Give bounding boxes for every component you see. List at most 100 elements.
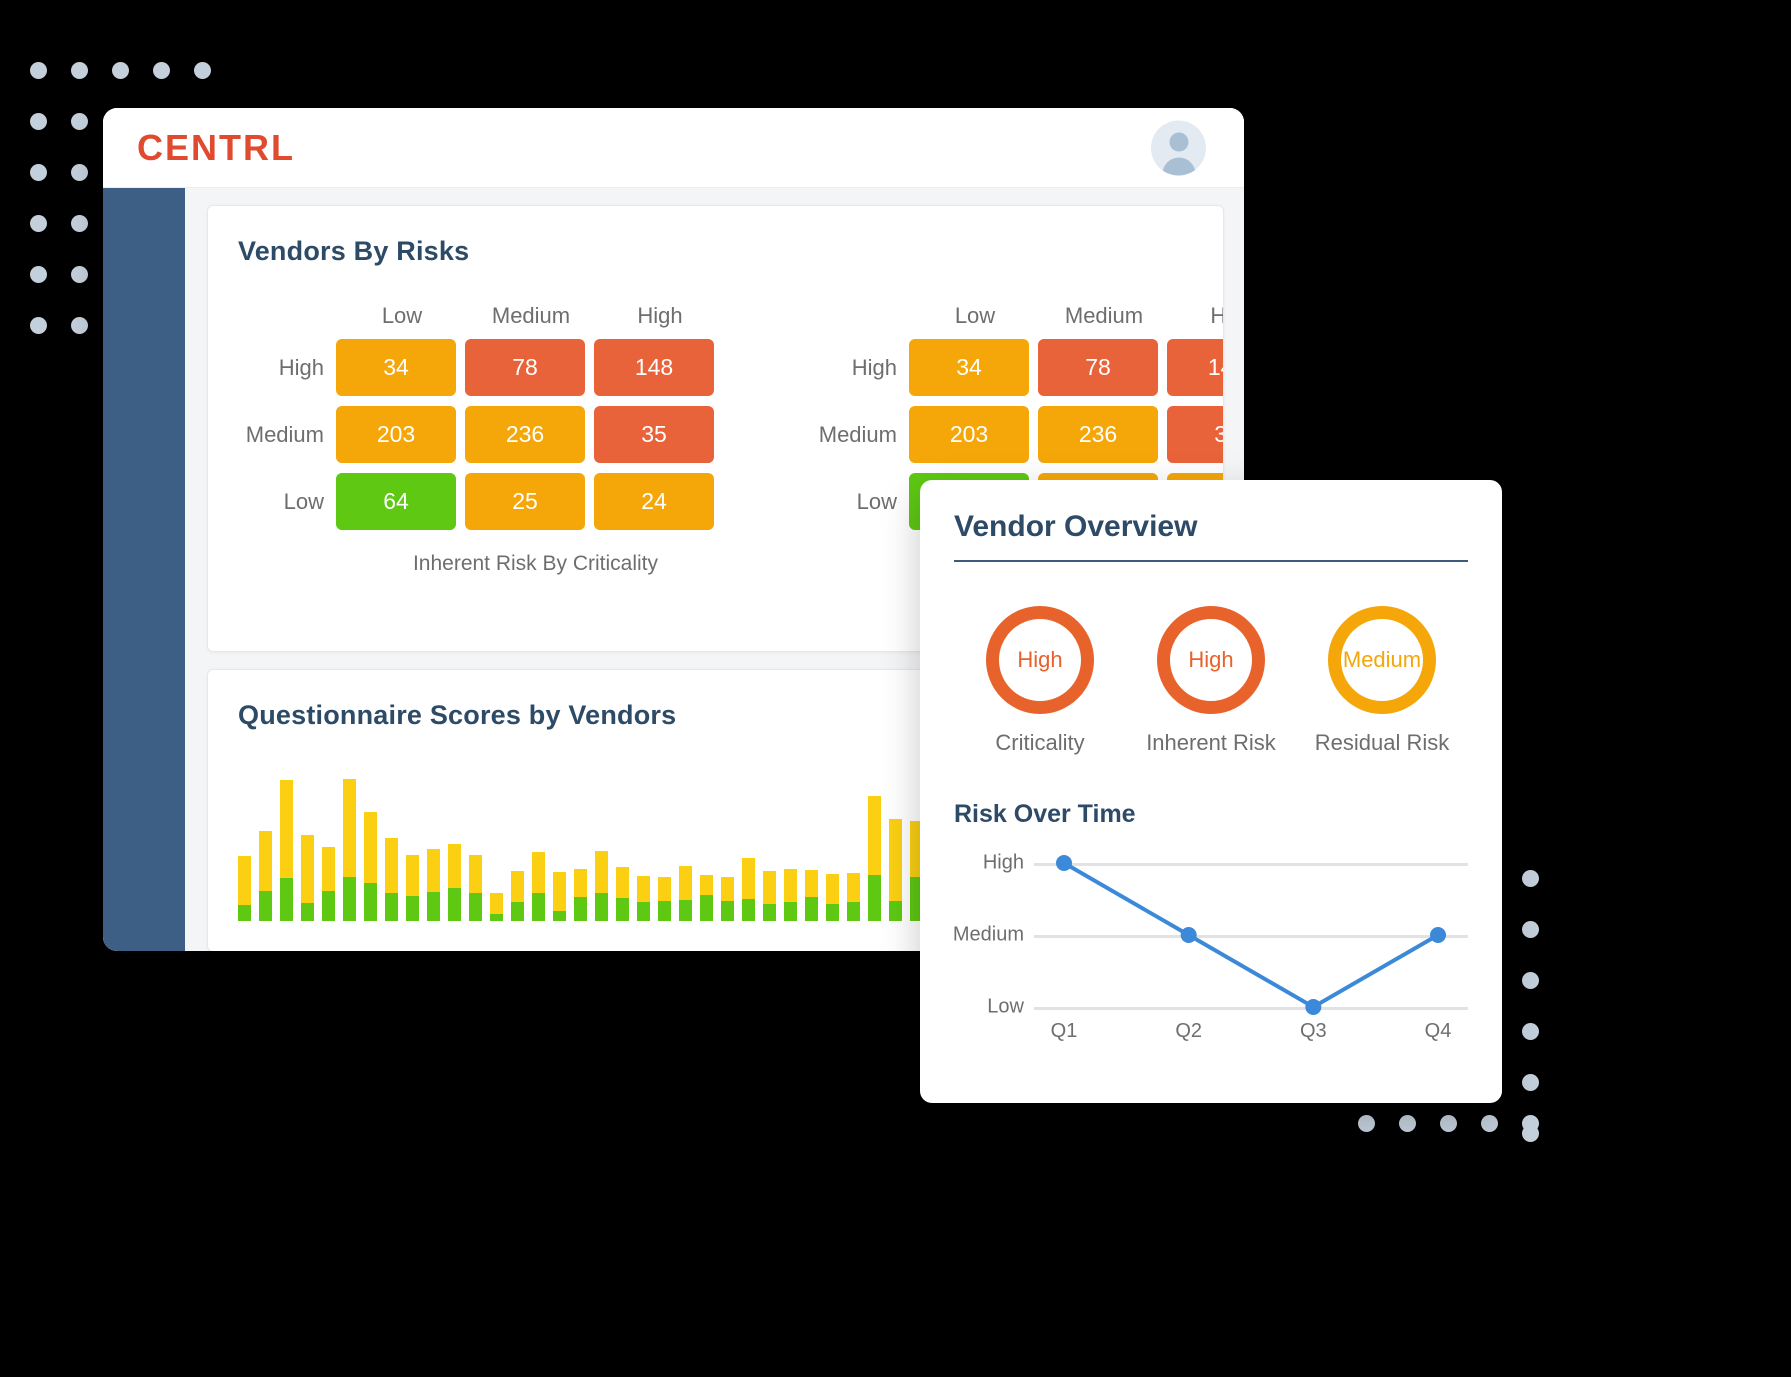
decorative-dot <box>30 113 47 130</box>
bar-segment-remaining <box>763 871 776 904</box>
matrix-column-headers: Low Medium High <box>915 303 1223 329</box>
bar-segment-completed <box>805 897 818 921</box>
bar-segment-completed <box>679 900 692 921</box>
bar-segment-completed <box>574 897 587 921</box>
matrix-cell[interactable]: 34 <box>909 339 1029 396</box>
bar-segment-completed <box>763 904 776 921</box>
bar-segment-completed <box>595 893 608 921</box>
risk-gauge: Medium Residual Risk <box>1302 606 1462 756</box>
matrix-cell[interactable]: 203 <box>336 406 456 463</box>
bar-segment-completed <box>238 905 251 921</box>
data-point-marker[interactable] <box>1305 999 1322 1015</box>
data-point-marker[interactable] <box>1056 855 1072 871</box>
y-axis-tick-label: Medium <box>952 923 1024 946</box>
matrix-cell[interactable]: 24 <box>594 473 714 530</box>
bar-segment-completed <box>364 883 377 921</box>
risk-over-time-plot-area: High Medium Low <box>953 852 1468 1018</box>
matrix-column-header: High <box>1173 303 1223 329</box>
bar-column <box>406 771 427 921</box>
matrix-cell[interactable]: 64 <box>336 473 456 530</box>
bar-segment-remaining <box>364 812 377 883</box>
matrix-cell[interactable]: 203 <box>909 406 1029 463</box>
bar-segment-completed <box>469 893 482 921</box>
bar-segment-remaining <box>259 831 272 891</box>
decorative-dot <box>1440 1115 1457 1132</box>
matrix-cell[interactable]: 35 <box>594 406 714 463</box>
bar-segment-remaining <box>280 780 293 878</box>
card-vendor-overview: Vendor Overview High Criticality High Inher… <box>920 480 1502 1103</box>
bar-column <box>469 771 490 921</box>
x-axis-tick-label: Q2 <box>1175 1020 1202 1042</box>
bar-column <box>574 771 595 921</box>
bar-segment-remaining <box>427 849 440 892</box>
matrix-cell[interactable]: 78 <box>465 339 585 396</box>
matrix-column-header: Low <box>381 303 423 328</box>
y-axis-tick-label: High <box>982 851 1024 874</box>
decorative-dot <box>194 62 211 79</box>
avatar-body-shape <box>1162 157 1195 175</box>
gauge-ring-icon: High <box>1157 606 1265 714</box>
data-point-marker[interactable] <box>1180 927 1197 943</box>
risk-gauge: High Inherent Risk <box>1131 606 1291 756</box>
matrix-cell[interactable]: 35 <box>1167 406 1223 463</box>
bar-segment-completed <box>616 898 629 921</box>
avatar-head-shape <box>1169 132 1188 151</box>
matrix-column-header: Medium <box>491 303 571 328</box>
bar-segment-completed <box>343 877 356 921</box>
bar-column <box>427 771 448 921</box>
risk-over-time-title: Risk Over Time <box>954 800 1136 828</box>
gauge-ring-icon: High <box>986 606 1094 714</box>
bar-column <box>700 771 721 921</box>
matrix-column-headers: Low Medium High <box>342 303 729 329</box>
x-axis-tick-label: Q3 <box>1299 1020 1327 1042</box>
matrix-cell[interactable]: 236 <box>465 406 585 463</box>
user-avatar-icon[interactable] <box>1151 120 1206 175</box>
bar-segment-completed <box>406 896 419 921</box>
bar-segment-completed <box>553 911 566 921</box>
bar-segment-completed <box>532 893 545 921</box>
decorative-dot <box>71 113 88 130</box>
matrix-row-header: High <box>278 354 324 380</box>
vendor-overview-title: Vendor Overview <box>954 510 1198 543</box>
bar-segment-completed <box>742 899 755 921</box>
line-series <box>1056 855 1446 1015</box>
bar-segment-remaining <box>553 872 566 911</box>
bar-segment-remaining <box>238 856 251 905</box>
decorative-dot <box>1358 1115 1375 1132</box>
bar-segment-completed <box>511 902 524 921</box>
bar-segment-remaining <box>406 855 419 896</box>
data-point-marker[interactable] <box>1430 927 1446 943</box>
bar-segment-remaining <box>742 858 755 899</box>
gauge-label: Residual Risk <box>1314 730 1450 755</box>
matrix-cell[interactable]: 236 <box>1038 406 1158 463</box>
matrix-cell[interactable]: 78 <box>1038 339 1158 396</box>
matrix-row: High 3478148 <box>244 339 729 396</box>
bar-segment-completed <box>700 895 713 921</box>
bar-segment-completed <box>826 904 839 921</box>
matrix-cell[interactable]: 148 <box>1167 339 1223 396</box>
decorative-dot-grid-bottom <box>1358 1115 1563 1166</box>
bar-column <box>322 771 343 921</box>
matrix-row: Medium 20323635 <box>817 406 1223 463</box>
bar-segment-completed <box>427 892 440 921</box>
gauge-value: High <box>1017 647 1063 672</box>
matrix-row-header: Low <box>856 488 897 514</box>
matrix-cell[interactable]: 25 <box>465 473 585 530</box>
bar-column <box>847 771 868 921</box>
gauge-label: Criticality <box>995 730 1085 755</box>
bar-column <box>679 771 700 921</box>
bar-column <box>532 771 553 921</box>
bar-segment-remaining <box>637 876 650 902</box>
bar-column <box>826 771 847 921</box>
x-axis-tick-label: Q1 <box>1050 1020 1078 1042</box>
bar-segment-remaining <box>343 779 356 877</box>
matrix-cell[interactable]: 148 <box>594 339 714 396</box>
decorative-dot <box>1522 870 1539 887</box>
matrix-caption: Inherent Risk By Criticality <box>412 552 659 575</box>
bar-column <box>490 771 511 921</box>
bar-segment-remaining <box>700 875 713 895</box>
bar-column <box>889 771 910 921</box>
matrix-cell[interactable]: 34 <box>336 339 456 396</box>
sidebar-nav[interactable] <box>103 188 185 951</box>
bar-column <box>448 771 469 921</box>
